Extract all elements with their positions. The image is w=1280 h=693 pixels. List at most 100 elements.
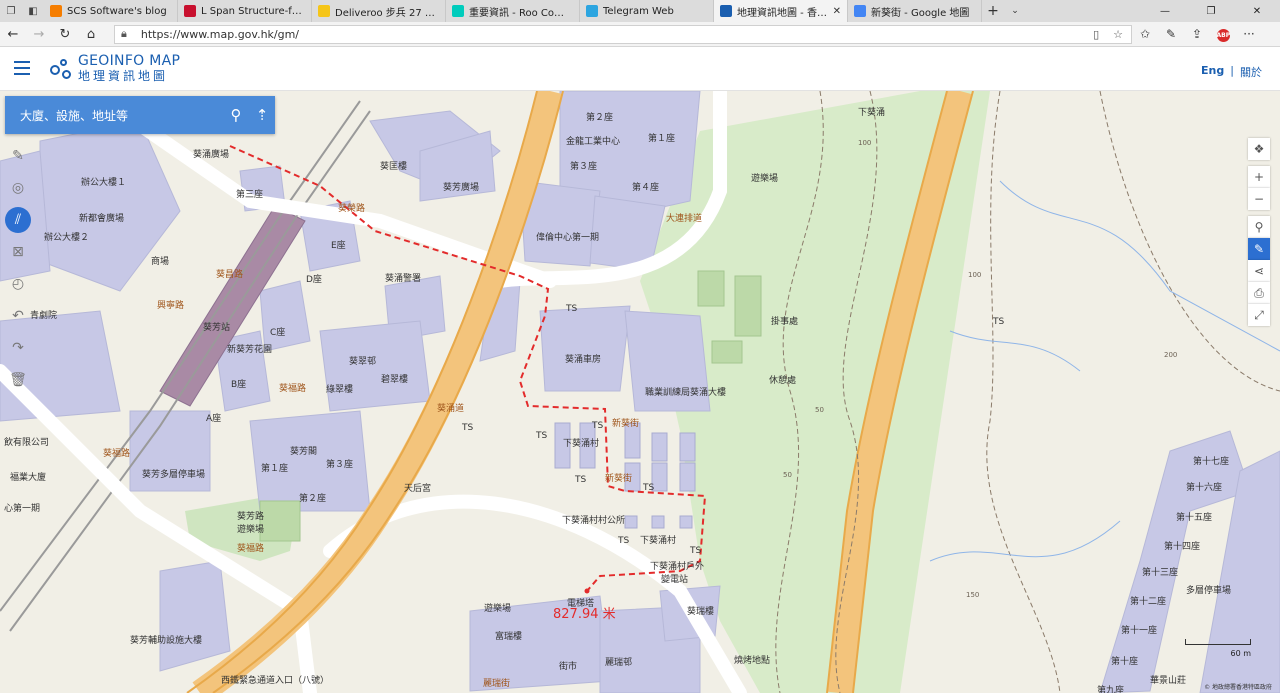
url-field[interactable]: 🔒︎ https://www.map.gov.hk/gm/ ▯ ☆: [114, 24, 1132, 44]
forward-icon[interactable]: →: [26, 27, 52, 42]
map-place-label: A座: [206, 414, 222, 424]
map-place-label: 第１座: [261, 464, 289, 474]
map-road-label: 葵涌道: [437, 404, 465, 414]
trash-icon[interactable]: 🗑︎: [5, 367, 31, 393]
browser-tab[interactable]: 新葵街 - Google 地圖: [848, 0, 982, 22]
url-text: https://www.map.gov.hk/gm/: [140, 27, 300, 41]
about-link[interactable]: 關於: [1240, 64, 1262, 80]
layers-icon[interactable]: ❖: [1248, 138, 1270, 160]
zoom-in-icon[interactable]: +: [1248, 166, 1270, 188]
app-header: GEOINFO MAP 地理資訊地圖 Eng | 關於: [0, 48, 1280, 91]
map-place-label: 葵芳輔助設施大樓: [130, 636, 203, 646]
pen-icon[interactable]: ✎: [1158, 27, 1184, 41]
map-place-label: 第十六座: [1186, 483, 1223, 493]
print-icon[interactable]: ⎙: [1248, 282, 1270, 304]
measure-area-icon[interactable]: ⊠: [5, 239, 31, 265]
fullscreen-icon[interactable]: ⤢: [1248, 304, 1270, 326]
lang-en-link[interactable]: Eng: [1201, 64, 1224, 80]
back-icon[interactable]: ←: [0, 27, 26, 42]
location-pin-icon[interactable]: ⚲: [1248, 216, 1270, 238]
map-place-label: 葵芳閣: [290, 447, 318, 457]
tab-menu-chevron-icon[interactable]: ⌄: [1004, 0, 1026, 22]
map-place-label: 金龍工業中心: [566, 137, 621, 147]
map-place-label: 第十七座: [1193, 457, 1230, 467]
map-place-label: 燒烤地點: [734, 656, 771, 666]
map-place-label: 麗瑞邨: [605, 658, 633, 668]
lang-separator: |: [1230, 64, 1234, 77]
browser-tab[interactable]: Telegram Web: [580, 0, 714, 22]
scale-bar-line: [1185, 639, 1251, 645]
new-tab-button[interactable]: +: [982, 0, 1004, 22]
logo-text-en: GEOINFO MAP: [78, 53, 181, 69]
map-place-label: 葵芳廣場: [443, 183, 480, 193]
map-road-label: 新葵街: [605, 474, 633, 484]
map-place-label: 新都會廣場: [79, 214, 125, 224]
tab-back-icon[interactable]: ◧: [22, 0, 44, 22]
undo-icon[interactable]: ↶: [5, 303, 31, 329]
map-contour-label: 50: [815, 406, 824, 414]
more-icon[interactable]: ···: [1236, 27, 1262, 41]
map-place-label: 偉倫中心第一期: [536, 233, 600, 243]
map-place-label: 第十一座: [1121, 626, 1158, 636]
map-place-label: 遊樂場: [484, 604, 512, 614]
tab-overview-icon[interactable]: ❐: [0, 0, 22, 22]
home-icon[interactable]: ⌂: [78, 27, 104, 42]
tab-favicon-icon: [318, 5, 330, 17]
browser-tab[interactable]: 重要資訊 - Roo Community: [446, 0, 580, 22]
menu-icon[interactable]: [14, 61, 30, 75]
logo-circles-icon: [50, 57, 72, 81]
map-place-label: 青劇院: [30, 311, 58, 321]
directions-icon[interactable]: ⇡: [249, 106, 275, 124]
map-place-label: 變電站: [661, 575, 689, 585]
map-road-label: 興寧路: [157, 301, 185, 311]
map-canvas[interactable]: 第２座 金龍工業中心 第１座 第３座 第４座 偉倫中心第一期 葵涌廣場 第三座 葵匡樓 葵芳廣場辦…: [0, 91, 1280, 693]
map-place-label: TS: [643, 483, 655, 493]
map-search-box[interactable]: 大廈、設施、地址等 ⚲ ⇡: [5, 96, 275, 134]
refresh-icon[interactable]: ↻: [52, 27, 78, 42]
map-place-label: C座: [270, 328, 286, 338]
map-place-label: 第十座: [1111, 657, 1139, 667]
close-tab-icon[interactable]: ✕: [833, 6, 841, 17]
tab-title: SCS Software's blog: [67, 5, 167, 17]
browser-tab[interactable]: 地理資訊地圖 - 香港特別 ✕: [714, 0, 848, 22]
map-road-label: 大連排道: [666, 214, 703, 224]
window-controls: — ❐ ✕: [1142, 0, 1280, 22]
tab-favicon-icon: [50, 5, 62, 17]
tab-title: L Span Structure-full, Sep 1!: [201, 5, 305, 17]
tab-title: 重要資訊 - Roo Community: [469, 7, 573, 19]
adblock-icon[interactable]: ABP: [1210, 26, 1236, 42]
draw-pencil-icon[interactable]: ✎: [5, 143, 31, 169]
measure-tool-icon[interactable]: ✎: [1248, 238, 1270, 260]
map-place-label: TS: [462, 423, 474, 433]
measure-circle-icon[interactable]: ◴: [5, 271, 31, 297]
reading-view-icon[interactable]: ▯: [1093, 28, 1107, 41]
share-map-icon[interactable]: ⋖: [1248, 260, 1270, 282]
map-road-label: 葵福路: [103, 449, 131, 459]
map-place-label: 華景山莊: [1150, 676, 1187, 686]
logo-text-zh: 地理資訊地圖: [78, 69, 169, 83]
map-road-label: 葵昌路: [216, 270, 244, 280]
browser-tab[interactable]: L Span Structure-full, Sep 1!: [178, 0, 312, 22]
map-place-label: 遊樂場: [237, 525, 265, 535]
share-icon[interactable]: ⇪: [1184, 27, 1210, 41]
map-place-label: 下葵涌: [858, 108, 886, 118]
favorites-icon[interactable]: ✩: [1132, 27, 1158, 41]
favorite-star-icon[interactable]: ☆: [1113, 28, 1131, 41]
search-icon[interactable]: ⚲: [223, 106, 249, 124]
geoinfo-logo[interactable]: GEOINFO MAP 地理資訊地圖: [50, 54, 180, 83]
close-window-icon[interactable]: ✕: [1234, 0, 1280, 22]
map-place-label: 第十五座: [1176, 513, 1213, 523]
minimize-icon[interactable]: —: [1142, 0, 1188, 22]
zoom-out-icon[interactable]: −: [1248, 188, 1270, 210]
lock-icon: 🔒︎: [121, 27, 127, 40]
redo-icon[interactable]: ↷: [5, 335, 31, 361]
map-place-label: 葵涌車房: [565, 355, 602, 365]
map-place-label: B座: [231, 380, 247, 390]
browser-tab[interactable]: SCS Software's blog: [44, 0, 178, 22]
browser-tab[interactable]: Deliveroo 步兵 27 之 有詳就: [312, 0, 446, 22]
measure-distance-icon[interactable]: ⫽: [5, 207, 31, 233]
map-road-label: 新葵街: [612, 419, 640, 429]
search-placeholder: 大廈、設施、地址等: [20, 108, 129, 123]
location-target-icon[interactable]: ◎: [5, 175, 31, 201]
restore-icon[interactable]: ❐: [1188, 0, 1234, 22]
